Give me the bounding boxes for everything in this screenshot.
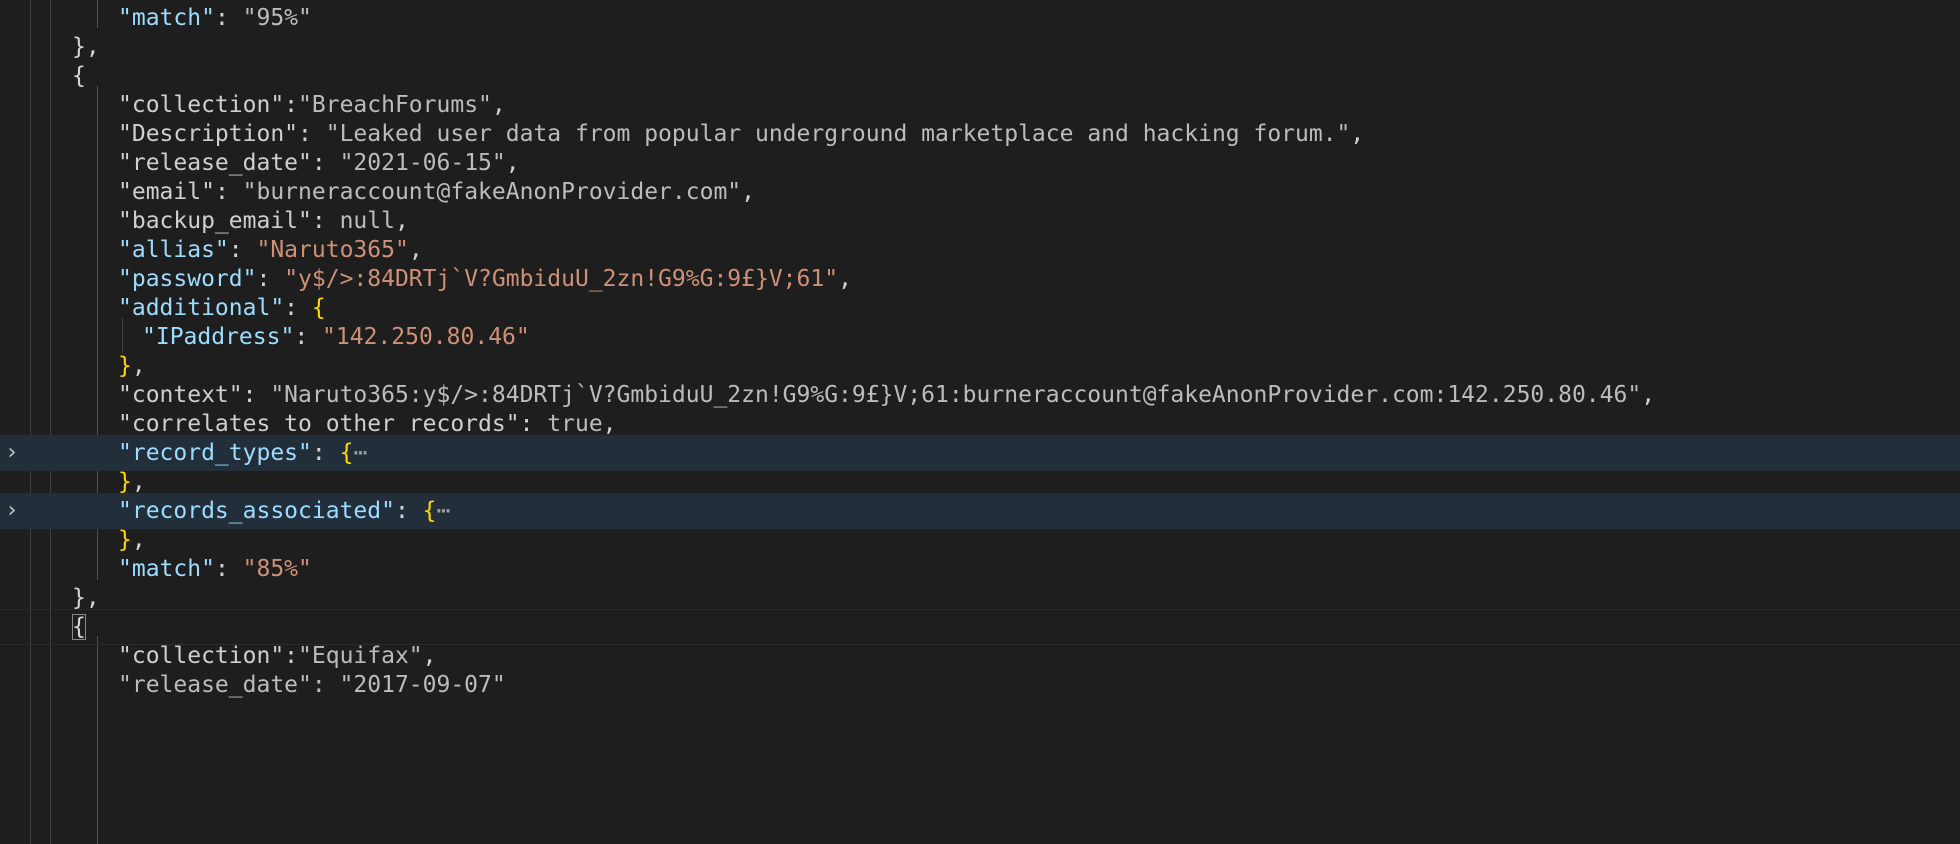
json-string: "BreachForums" [298, 92, 492, 118]
folded-ellipsis[interactable]: ⋯ [437, 498, 451, 524]
json-key: "records_associated" [118, 498, 395, 524]
json-string: "85%" [242, 556, 312, 582]
json-string: "Leaked user data from popular undergrou… [325, 121, 1351, 147]
json-key: "match" [118, 556, 215, 582]
json-string: "2021-06-15" [339, 150, 506, 176]
json-key: "allias" [118, 237, 229, 263]
json-key: "context" [118, 382, 243, 408]
code-editor[interactable]: "match": "95%" }, { "collection":"Breach… [0, 0, 1960, 844]
json-string: "Naruto365:y$/>:84DRTj`V?GmbiduU_2zn!G9%… [270, 382, 1642, 408]
json-key: "match" [118, 5, 215, 31]
json-string: "y$/>:84DRTj`V?GmbiduU_2zn!G9%G:9£}V;61" [284, 266, 839, 292]
json-key: "record_types" [118, 440, 312, 466]
json-key: "IPaddress" [142, 324, 295, 350]
json-null: null [339, 208, 395, 234]
json-string: "95%" [242, 5, 312, 31]
close-bracket: } [118, 469, 132, 495]
open-bracket: { [339, 440, 354, 466]
json-key: "Description" [118, 121, 299, 147]
open-bracket: { [422, 498, 437, 524]
folded-ellipsis[interactable]: ⋯ [353, 440, 367, 466]
code-line-partial[interactable]: "release_date": "2017-09-07" [0, 667, 1960, 703]
partial-line-text: "release_date": "2017-09-07" [118, 672, 506, 698]
json-string: "142.250.80.46" [322, 324, 530, 350]
json-key: "email" [118, 179, 215, 205]
json-string: "burneraccount@fakeAnonProvider.com" [242, 179, 742, 205]
close-bracket: } [118, 353, 132, 379]
json-key: "collection" [118, 92, 285, 118]
json-key: "password" [118, 266, 257, 292]
json-key: "additional" [118, 295, 285, 321]
json-key: "backup_email" [118, 208, 312, 234]
json-key: "correlates_to_other_records" [118, 411, 520, 437]
close-bracket: } [118, 527, 132, 553]
json-key: "release_date" [118, 150, 312, 176]
matched-bracket: { [72, 614, 86, 640]
open-bracket: { [311, 295, 326, 321]
json-string: "Equifax" [298, 643, 423, 669]
json-boolean: true [547, 411, 603, 437]
json-key: "collection" [118, 643, 285, 669]
json-string: "Naruto365" [256, 237, 409, 263]
